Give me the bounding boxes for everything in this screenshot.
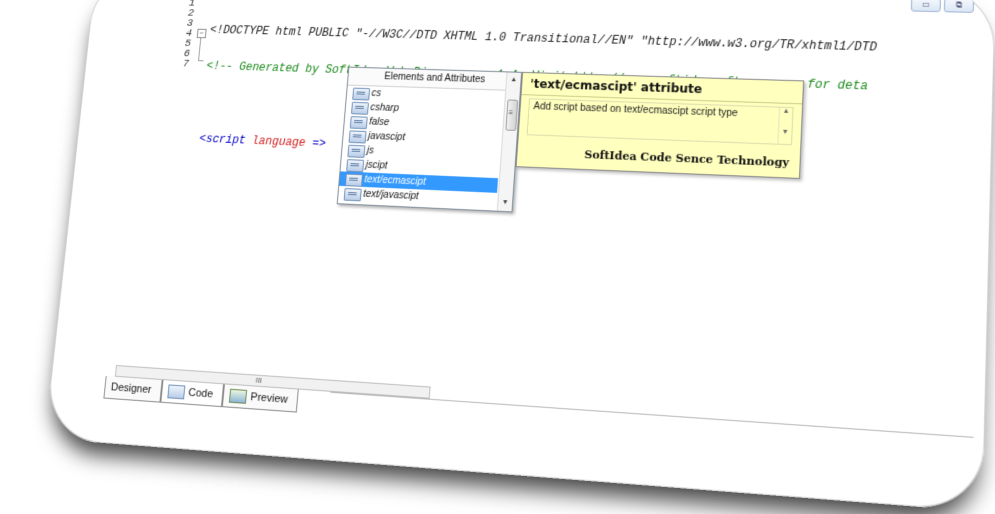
code-editor[interactable]: 1 2 3 4 5 6 7 − <!DOCTYPE html PUBLIC "-… — [134, 0, 973, 423]
fold-guide-end — [198, 60, 204, 62]
maximize-button[interactable]: ▭ — [910, 0, 941, 13]
line-number: 3 — [186, 18, 194, 30]
attribute-value-icon — [346, 159, 365, 173]
line-number: 4 — [185, 28, 193, 40]
preview-icon — [229, 388, 248, 404]
list-item-label: jscipt — [365, 159, 388, 172]
editor-window: mple ▭ ⧉ 1 2 3 4 5 6 7 − <!DOCTYPE html … — [44, 0, 995, 512]
scroll-up-icon[interactable]: ▲ — [780, 108, 793, 115]
attribute-value-icon — [348, 130, 367, 144]
tab-designer[interactable]: Designer — [103, 376, 163, 403]
line-number: 7 — [182, 58, 190, 71]
line-number-gutter: 1 2 3 4 5 6 7 — [165, 0, 199, 70]
autocomplete-listbox[interactable]: Elements and Attributes cs csharp false … — [336, 66, 523, 213]
attribute-value-icon — [343, 188, 362, 202]
attribute-tooltip: 'text/ecmascipt' attribute Add script ba… — [515, 71, 805, 179]
scroll-down-icon[interactable]: ▼ — [779, 129, 792, 136]
list-item-label: javascipt — [367, 131, 406, 144]
tooltip-description: Add script based on text/ecmascipt scrip… — [533, 101, 739, 120]
code-line-doctype: <!DOCTYPE html PUBLIC "-//W3C//DTD XHTML… — [209, 23, 878, 55]
listbox-items: cs csharp false javascipt js jscipt text… — [338, 86, 504, 208]
fold-guide-line — [198, 38, 202, 61]
tooltip-description-box: Add script based on text/ecmascipt scrip… — [526, 98, 794, 146]
code-icon — [167, 384, 186, 400]
attribute-value-icon — [352, 87, 371, 101]
scrollbar-grip: III — [255, 375, 263, 385]
script-tag-token: <script — [198, 132, 247, 148]
tab-label: Designer — [110, 381, 152, 397]
screenshot-stage: mple ▭ ⧉ 1 2 3 4 5 6 7 − <!DOCTYPE html … — [0, 0, 995, 514]
list-item-label: js — [366, 145, 375, 157]
line-number: 2 — [187, 8, 195, 20]
scroll-up-icon[interactable]: ▲ — [510, 76, 518, 84]
tab-label: Preview — [250, 391, 289, 406]
attribute-value-icon — [344, 173, 363, 187]
window-controls: ▭ ⧉ — [910, 0, 975, 13]
list-item-label: text/javascipt — [362, 188, 419, 203]
attribute-operator-token: => — [304, 136, 327, 151]
list-item-label: false — [368, 116, 390, 129]
scroll-down-icon[interactable]: ▼ — [501, 199, 509, 207]
list-item-label: csharp — [369, 102, 400, 114]
scrollbar-thumb[interactable] — [505, 99, 519, 131]
list-item-label: cs — [371, 88, 382, 100]
language-attribute-token: language — [244, 134, 307, 150]
tab-code[interactable]: Code — [160, 380, 225, 408]
attribute-value-icon — [350, 101, 369, 115]
tooltip-footer: SoftIdea Code Sence Technology — [583, 148, 790, 170]
attribute-value-icon — [349, 116, 368, 130]
restore-button[interactable]: ⧉ — [943, 0, 975, 13]
tab-label: Code — [187, 386, 214, 401]
fold-toggle-icon[interactable]: − — [196, 28, 207, 39]
attribute-value-icon — [347, 144, 366, 158]
tooltip-scrollbar[interactable]: ▲ ▼ — [777, 107, 793, 145]
tab-preview[interactable]: Preview — [222, 384, 300, 413]
